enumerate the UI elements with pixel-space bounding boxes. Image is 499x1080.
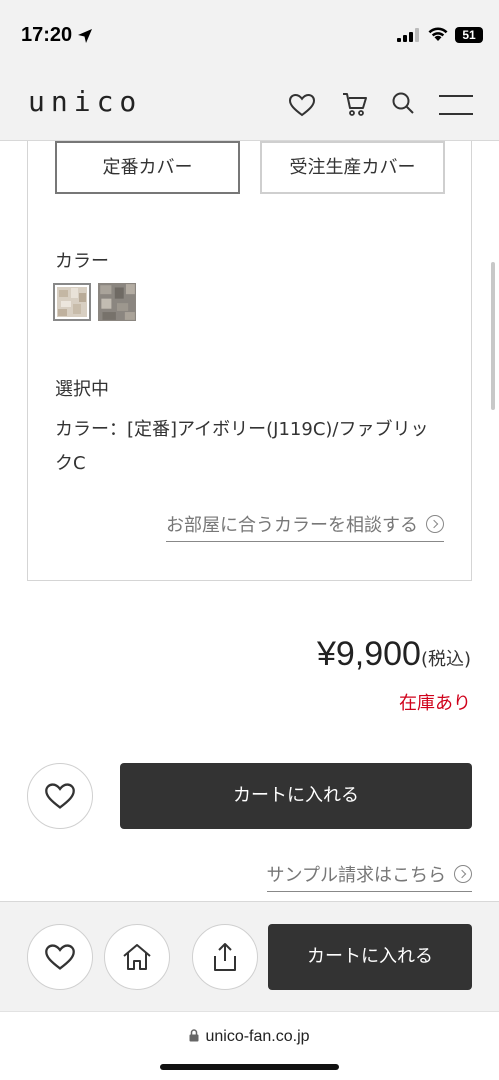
tax-note: (税込) [420, 649, 471, 670]
scrollbar[interactable] [491, 262, 495, 410]
status-bar: 17:20 51 [0, 0, 499, 67]
battery-icon: 51 [455, 27, 483, 43]
location-arrow-icon [78, 29, 92, 43]
stock-status: 在庫あり [399, 693, 471, 714]
bottom-add-to-cart-button[interactable]: カートに入れる [268, 924, 472, 990]
search-icon[interactable] [391, 91, 415, 115]
status-time: 17:20 [21, 24, 73, 46]
ivory-fabric-pattern [57, 287, 87, 317]
consult-color-link[interactable]: お部屋に合うカラーを相談する [166, 511, 444, 542]
share-icon [214, 943, 236, 971]
heart-icon[interactable] [288, 93, 316, 117]
sample-link-text: サンプル請求はこちら [266, 865, 446, 886]
bottom-action-bar: カートに入れる [0, 901, 499, 1011]
sample-request-link[interactable]: サンプル請求はこちら [266, 861, 472, 892]
signal-icon [397, 28, 419, 42]
unico-logo[interactable]: unico [28, 85, 142, 118]
price-row: ¥9,900(税込) [317, 635, 471, 674]
lock-icon [189, 1029, 199, 1042]
browser-url-bar[interactable]: unico-fan.co.jp [0, 1011, 499, 1080]
battery-level: 51 [462, 28, 476, 42]
home-button[interactable] [104, 924, 170, 990]
menu-icon[interactable] [439, 95, 473, 115]
url-display[interactable]: unico-fan.co.jp [0, 1028, 499, 1046]
heart-icon [45, 783, 75, 809]
home-icon [123, 944, 151, 970]
gray-fabric-pattern [98, 283, 136, 321]
circle-arrow-icon [426, 515, 444, 533]
circle-arrow-icon [454, 865, 472, 883]
standard-cover-button[interactable]: 定番カバー [55, 141, 240, 194]
favorite-button[interactable] [27, 763, 93, 829]
bottom-favorite-button[interactable] [27, 924, 93, 990]
site-header: unico [0, 67, 499, 141]
color-label: カラー [55, 251, 109, 272]
home-indicator[interactable] [160, 1064, 339, 1070]
add-to-cart-button[interactable]: カートに入れる [120, 763, 472, 829]
consult-link-text: お部屋に合うカラーを相談する [166, 515, 418, 536]
selected-label: 選択中 [55, 379, 109, 400]
price: ¥9,900 [316, 635, 421, 673]
cart-icon[interactable] [342, 91, 368, 117]
share-button[interactable] [192, 924, 258, 990]
custom-cover-button[interactable]: 受注生産カバー [260, 141, 445, 194]
gray-swatch[interactable] [98, 283, 136, 321]
selected-color-value: カラー：[定番]アイボリー(J119C)/ファブリックC [55, 419, 429, 474]
url-domain: unico-fan.co.jp [205, 1028, 310, 1045]
heart-icon [45, 944, 75, 970]
ivory-swatch[interactable] [53, 283, 91, 321]
option-panel: 定番カバー 受注生産カバー カラー 選択中 カラー：[定番]アイボリー(J119… [27, 141, 472, 581]
wifi-icon [428, 27, 448, 41]
